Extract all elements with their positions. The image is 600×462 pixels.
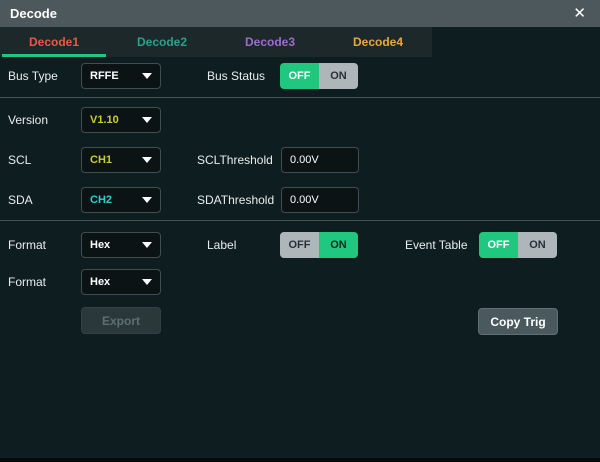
format-display-label: Format (8, 232, 46, 258)
close-icon[interactable]: ✕ (569, 0, 590, 27)
scl-label: SCL (8, 147, 31, 173)
decode-dialog: Decode ✕ Decode1 Decode2 Decode3 Decode4… (0, 0, 600, 462)
event-table-toggle[interactable]: OFF ON (479, 232, 557, 258)
scl-threshold-input[interactable] (281, 147, 359, 173)
sda-label: SDA (8, 187, 33, 213)
format-display-dropdown[interactable]: Hex (81, 232, 161, 258)
bus-type-label: Bus Type (8, 63, 58, 89)
event-table-off[interactable]: OFF (479, 232, 518, 258)
event-table-label: Event Table (405, 232, 468, 258)
chevron-down-icon (142, 242, 152, 248)
scl-channel-value: CH1 (90, 154, 112, 166)
divider (0, 97, 600, 98)
bus-status-off[interactable]: OFF (280, 63, 319, 89)
label-toggle-on[interactable]: ON (319, 232, 358, 258)
decode-tab-strip: Decode1 Decode2 Decode3 Decode4 (0, 27, 432, 57)
bus-status-on[interactable]: ON (319, 63, 358, 89)
bus-type-value: RFFE (90, 70, 119, 82)
chevron-down-icon (142, 73, 152, 79)
bus-status-label: Bus Status (207, 63, 265, 89)
copy-trig-button[interactable]: Copy Trig (478, 308, 558, 335)
event-table-on[interactable]: ON (518, 232, 557, 258)
sda-channel-dropdown[interactable]: CH2 (81, 187, 161, 213)
title-bar: Decode ✕ (0, 0, 600, 27)
scl-threshold-label: SCLThreshold (197, 147, 273, 173)
divider (0, 220, 600, 221)
tab-decode4-label: Decode4 (353, 35, 403, 49)
sda-threshold-label: SDAThreshold (197, 187, 274, 213)
tab-decode1[interactable]: Decode1 (0, 27, 108, 57)
format-display-value: Hex (90, 239, 110, 251)
label-toggle[interactable]: OFF ON (280, 232, 358, 258)
chevron-down-icon (142, 117, 152, 123)
export-button[interactable]: Export (81, 307, 161, 334)
sda-channel-value: CH2 (90, 194, 112, 206)
version-value: V1.10 (90, 114, 119, 126)
tab-decode4[interactable]: Decode4 (324, 27, 432, 57)
tab-decode1-label: Decode1 (29, 35, 79, 49)
label-toggle-off[interactable]: OFF (280, 232, 319, 258)
tab-decode3-label: Decode3 (245, 35, 295, 49)
tab-decode2[interactable]: Decode2 (108, 27, 216, 57)
chevron-down-icon (142, 197, 152, 203)
bottom-edge (0, 458, 600, 462)
format-export-value: Hex (90, 276, 110, 288)
version-label: Version (8, 107, 48, 133)
dialog-title: Decode (10, 6, 57, 21)
bus-type-dropdown[interactable]: RFFE (81, 63, 161, 89)
tab-decode3[interactable]: Decode3 (216, 27, 324, 57)
bus-status-toggle[interactable]: OFF ON (280, 63, 358, 89)
format-export-dropdown[interactable]: Hex (81, 269, 161, 295)
label-toggle-label: Label (207, 232, 236, 258)
sda-threshold-input[interactable] (281, 187, 359, 213)
chevron-down-icon (142, 279, 152, 285)
version-dropdown[interactable]: V1.10 (81, 107, 161, 133)
scl-channel-dropdown[interactable]: CH1 (81, 147, 161, 173)
format-export-label: Format (8, 269, 46, 295)
chevron-down-icon (142, 157, 152, 163)
tab-decode2-label: Decode2 (137, 35, 187, 49)
